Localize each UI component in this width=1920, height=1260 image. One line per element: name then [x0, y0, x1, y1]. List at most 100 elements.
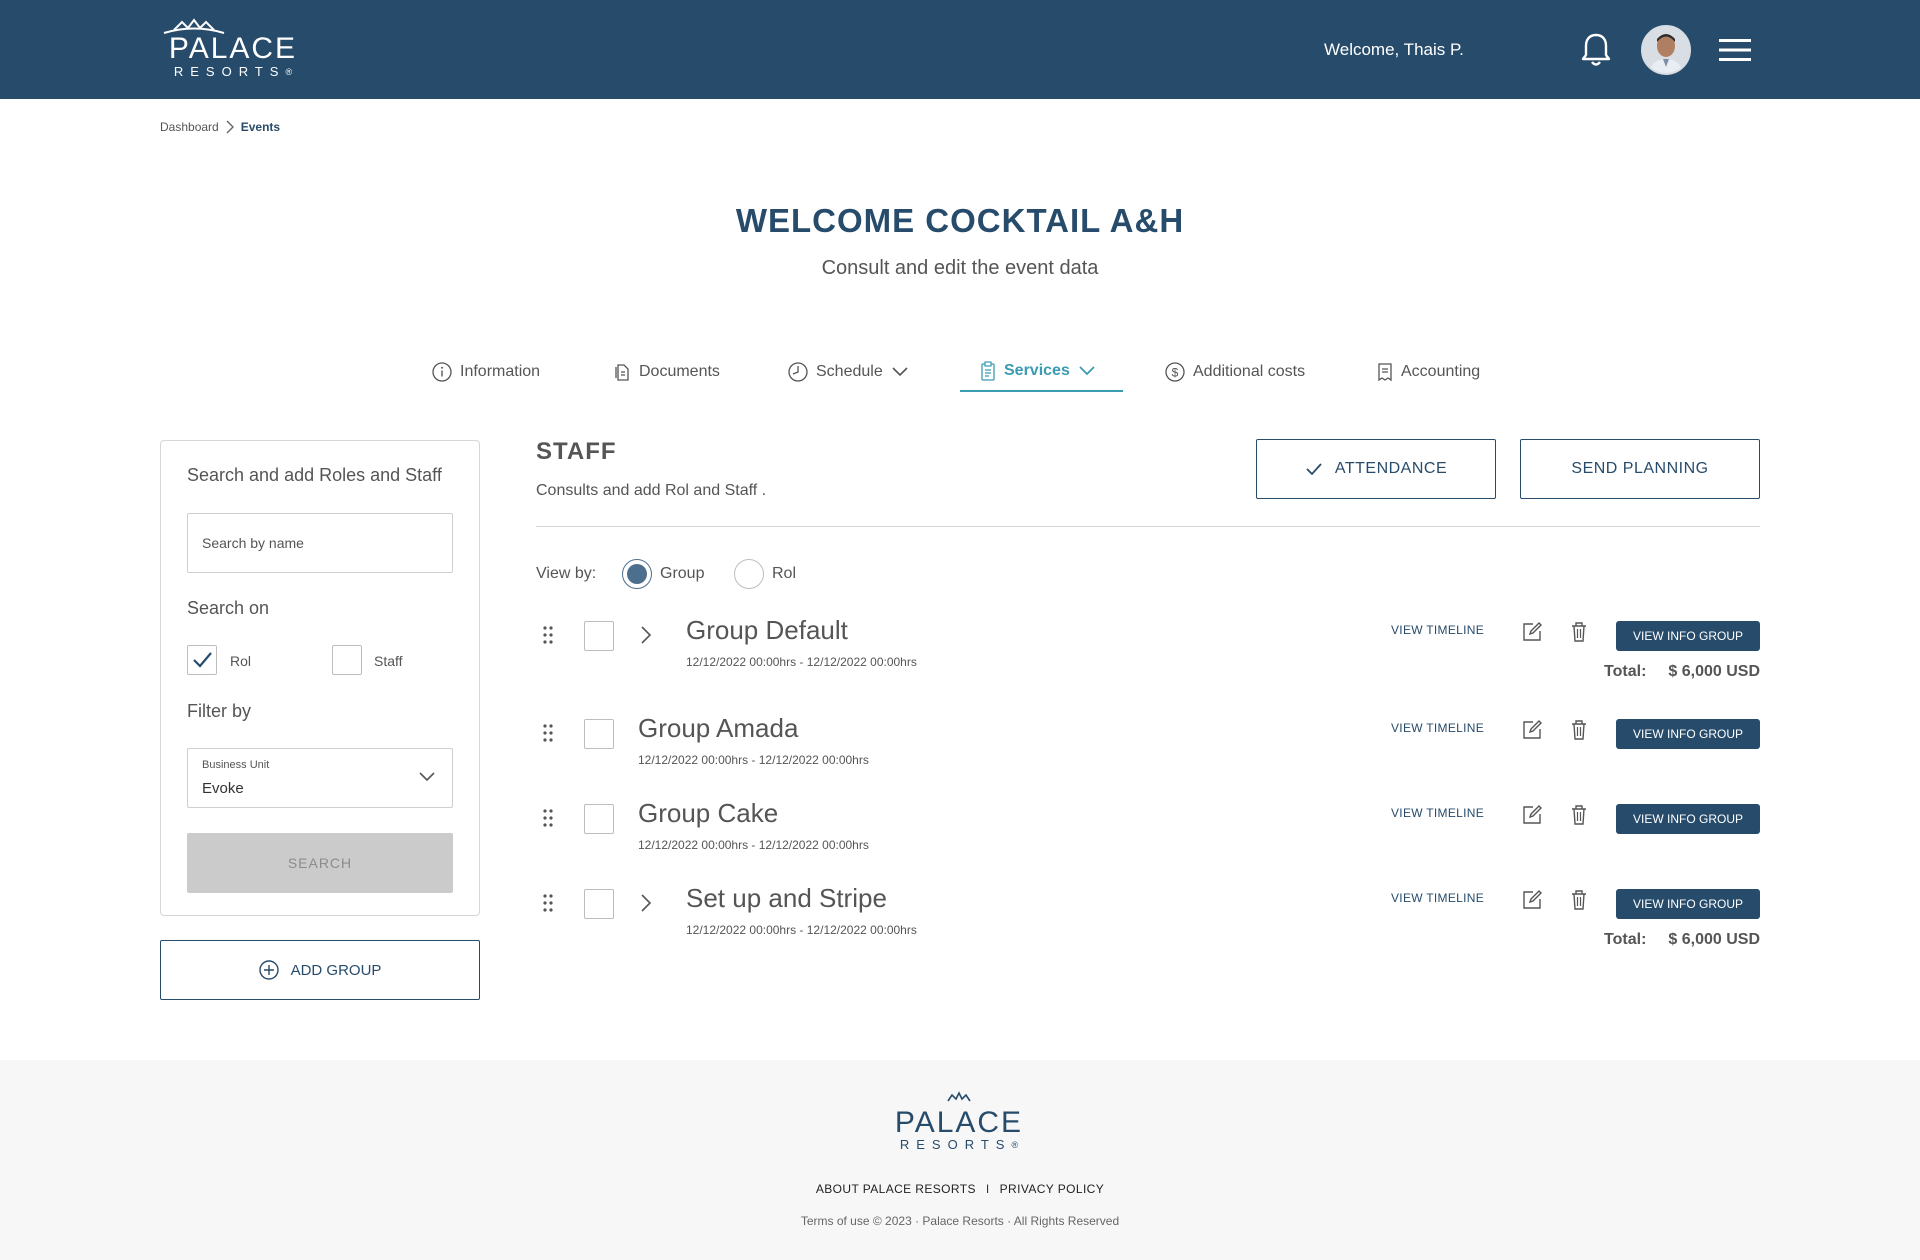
view-timeline-link[interactable]: VIEW TIMELINE — [1391, 721, 1484, 735]
breadcrumb-dashboard[interactable]: Dashboard — [160, 120, 219, 134]
about-link[interactable]: ABOUT PALACE RESORTS — [816, 1182, 976, 1196]
welcome-message: Welcome, Thais P. — [1324, 40, 1464, 59]
search-roles-staff-panel: Search and add Roles and Staff Search on… — [160, 440, 480, 916]
footer: PALACE RESORTS® ABOUT PALACE RESORTS I PRI… — [0, 1060, 1920, 1260]
trash-icon[interactable] — [1570, 719, 1588, 741]
avatar-portrait — [1643, 27, 1689, 73]
chevron-down-icon — [419, 772, 435, 782]
staff-subtitle: Consults and add Rol and Staff . — [536, 482, 767, 499]
search-by-name-input[interactable] — [187, 513, 453, 573]
tab-services[interactable]: Services — [960, 352, 1123, 392]
view-by-group-label: Group — [660, 565, 705, 582]
staff-checkbox[interactable] — [332, 645, 362, 675]
tab-additional-costs[interactable]: $ Additional costs — [1165, 352, 1305, 392]
tab-schedule[interactable]: Schedule — [788, 352, 909, 392]
tab-label: Accounting — [1401, 363, 1481, 380]
view-info-group-button[interactable]: VIEW INFO GROUP — [1616, 889, 1760, 919]
edit-icon[interactable] — [1521, 621, 1543, 643]
chevron-down-icon — [1079, 366, 1095, 376]
group-name: Group Amada — [638, 713, 799, 743]
footer-logo[interactable]: PALACE RESORTS® — [888, 1090, 1030, 1152]
tab-label: Schedule — [816, 363, 883, 380]
group-total: Total: $ 6,000 USD — [1604, 931, 1760, 949]
total-value: $ 6,000 USD — [1668, 931, 1760, 948]
tab-information[interactable]: Information — [432, 352, 540, 392]
privacy-policy-link[interactable]: PRIVACY POLICY — [1000, 1182, 1105, 1196]
add-group-button[interactable]: ADD GROUP — [160, 940, 480, 1000]
chevron-right-icon[interactable] — [640, 893, 652, 913]
total-value: $ 6,000 USD — [1668, 663, 1760, 680]
send-planning-button[interactable]: SEND PLANNING — [1520, 439, 1760, 499]
group-name: Group Cake — [638, 798, 779, 828]
page-title: WELCOME COCKTAIL A&H — [735, 202, 1185, 239]
view-timeline-link[interactable]: VIEW TIMELINE — [1391, 623, 1484, 637]
business-unit-select[interactable]: Business Unit Evoke — [187, 748, 453, 808]
edit-icon[interactable] — [1521, 889, 1543, 911]
edit-icon[interactable] — [1521, 719, 1543, 741]
clock-icon — [788, 362, 808, 382]
search-on-label: Search on — [187, 598, 270, 618]
group-row: Group Amada 12/12/2022 00:00hrs - 12/12/… — [536, 713, 1760, 809]
business-unit-value: Evoke — [202, 780, 244, 797]
section-divider — [536, 526, 1760, 527]
bell-icon[interactable] — [1580, 32, 1612, 68]
group-name: Set up and Stripe — [686, 883, 887, 913]
tab-label: Additional costs — [1193, 363, 1306, 380]
trash-icon[interactable] — [1570, 804, 1588, 826]
view-info-group-button[interactable]: VIEW INFO GROUP — [1616, 804, 1760, 834]
rol-checkbox[interactable] — [187, 645, 217, 675]
total-label: Total: — [1604, 931, 1647, 948]
total-label: Total: — [1604, 663, 1647, 680]
trash-icon[interactable] — [1570, 621, 1588, 643]
footer-logo-subtitle: RESORTS® — [899, 1137, 1019, 1152]
footer-links: ABOUT PALACE RESORTS I PRIVACY POLICY — [0, 1182, 1920, 1196]
drag-handle-icon[interactable] — [542, 625, 554, 645]
logo-subtitle: RESORTS® — [173, 64, 293, 79]
view-by-group-radio[interactable] — [622, 559, 652, 589]
palace-resorts-logo[interactable]: PALACE RESORTS® — [162, 18, 304, 79]
chevron-right-icon[interactable] — [640, 625, 652, 645]
hamburger-menu-icon[interactable] — [1719, 38, 1751, 62]
clipboard-icon — [981, 361, 995, 381]
staff-title: STAFF — [536, 438, 617, 465]
view-by-rol-radio[interactable] — [734, 559, 764, 589]
drag-handle-icon[interactable] — [542, 893, 554, 913]
view-timeline-link[interactable]: VIEW TIMELINE — [1391, 891, 1484, 905]
tab-accounting[interactable]: Accounting — [1377, 352, 1480, 392]
tab-label: Services — [1004, 362, 1070, 379]
view-timeline-link[interactable]: VIEW TIMELINE — [1391, 806, 1484, 820]
view-info-group-button[interactable]: VIEW INFO GROUP — [1616, 621, 1760, 651]
group-checkbox[interactable] — [584, 621, 614, 651]
breadcrumb-events[interactable]: Events — [241, 120, 280, 134]
top-navigation-bar: PALACE RESORTS® Welcome, Thais P. — [0, 0, 1920, 99]
group-checkbox[interactable] — [584, 804, 614, 834]
edit-icon[interactable] — [1521, 804, 1543, 826]
group-dates: 12/12/2022 00:00hrs - 12/12/2022 00:00hr… — [638, 753, 869, 767]
info-icon — [432, 362, 452, 382]
attendance-label: ATTENDANCE — [1334, 460, 1448, 477]
tab-documents[interactable]: Documents — [613, 352, 720, 392]
group-row: Group Cake 12/12/2022 00:00hrs - 12/12/2… — [536, 798, 1760, 894]
view-by-label: View by: — [536, 565, 597, 582]
trash-icon[interactable] — [1570, 889, 1588, 911]
breadcrumb: Dashboard Events — [160, 120, 280, 134]
business-unit-label: Business Unit — [202, 759, 270, 771]
attendance-button[interactable]: ATTENDANCE — [1256, 439, 1496, 499]
panel-title: Search and add Roles and Staff — [187, 465, 442, 485]
user-avatar[interactable] — [1641, 25, 1691, 75]
svg-text:$: $ — [1172, 366, 1179, 380]
dollar-icon: $ — [1165, 362, 1185, 382]
chevron-down-icon — [892, 367, 908, 377]
drag-handle-icon[interactable] — [542, 808, 554, 828]
view-info-group-button[interactable]: VIEW INFO GROUP — [1616, 719, 1760, 749]
event-tabs: Information Documents Schedule Services … — [0, 352, 1920, 392]
group-checkbox[interactable] — [584, 719, 614, 749]
checkmark-icon — [1306, 463, 1322, 476]
search-button[interactable]: SEARCH — [187, 833, 453, 893]
documents-icon — [615, 364, 629, 381]
drag-handle-icon[interactable] — [542, 723, 554, 743]
add-group-label: ADD GROUP — [290, 961, 382, 979]
group-checkbox[interactable] — [584, 889, 614, 919]
group-row: Group Default 12/12/2022 00:00hrs - 12/1… — [536, 615, 1760, 711]
copyright-text: Terms of use © 2023 · Palace Resorts · A… — [800, 1214, 1120, 1228]
